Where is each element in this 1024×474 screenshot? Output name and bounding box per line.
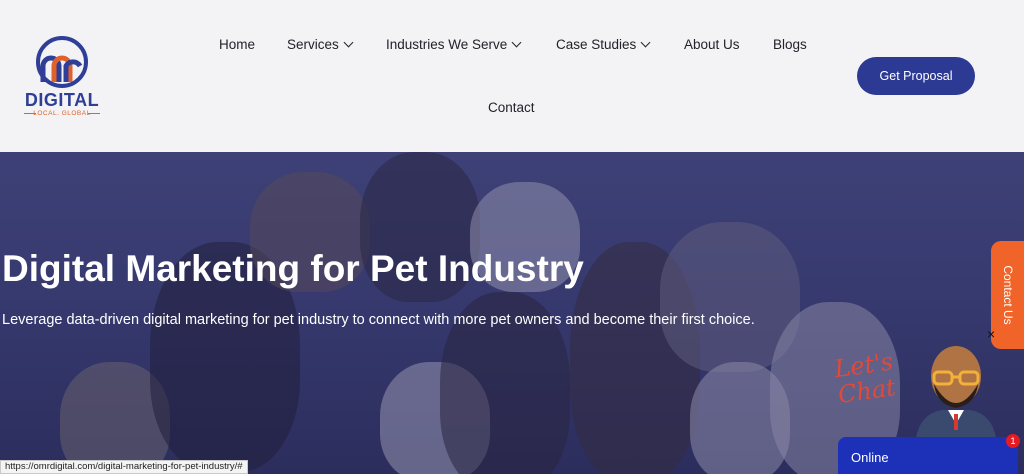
nav-blogs[interactable]: Blogs xyxy=(773,37,807,52)
nav-services[interactable]: Services xyxy=(287,37,354,52)
logo-divider-right xyxy=(88,113,100,114)
nav-services-label: Services xyxy=(287,37,339,52)
contact-us-tab-label: Contact Us xyxy=(1000,265,1015,325)
chat-agent-avatar-icon[interactable] xyxy=(906,338,1006,438)
chevron-down-icon xyxy=(511,37,522,48)
hero-title: Digital Marketing for Pet Industry xyxy=(2,248,584,289)
contact-us-tab[interactable]: Contact Us xyxy=(991,241,1024,349)
status-bar-url: https://omrdigital.com/digital-marketing… xyxy=(0,460,248,474)
logo-brand-text: DIGITAL xyxy=(24,90,100,110)
chevron-down-icon xyxy=(343,37,354,48)
chat-online-bar[interactable]: Online xyxy=(838,437,1018,474)
get-proposal-button[interactable]: Get Proposal xyxy=(857,57,975,95)
nav-about-label: About Us xyxy=(684,37,740,52)
logo-mark-icon xyxy=(36,36,88,88)
nav-case-studies-label: Case Studies xyxy=(556,37,637,52)
nav-industries[interactable]: Industries We Serve xyxy=(386,37,522,52)
nav-home-label: Home xyxy=(219,37,256,52)
chevron-down-icon xyxy=(640,37,651,48)
nav-home[interactable]: Home xyxy=(219,37,255,52)
nav-contact-label: Contact xyxy=(488,100,535,115)
hero-subtitle: Leverage data-driven digital marketing f… xyxy=(2,312,755,328)
nav-case-studies[interactable]: Case Studies xyxy=(556,37,651,52)
nav-blogs-label: Blogs xyxy=(773,37,807,52)
hero-banner: Digital Marketing for Pet Industry Lever… xyxy=(0,152,1024,474)
chat-notification-badge: 1 xyxy=(1006,434,1020,448)
site-header: DIGITAL LOCAL. GLOBAL Home Services Indu… xyxy=(0,0,1024,152)
site-logo[interactable]: DIGITAL LOCAL. GLOBAL xyxy=(18,36,106,120)
chat-status-label: Online xyxy=(851,450,889,465)
nav-industries-label: Industries We Serve xyxy=(386,37,508,52)
nav-contact[interactable]: Contact xyxy=(488,100,535,115)
nav-about[interactable]: About Us xyxy=(684,37,740,52)
